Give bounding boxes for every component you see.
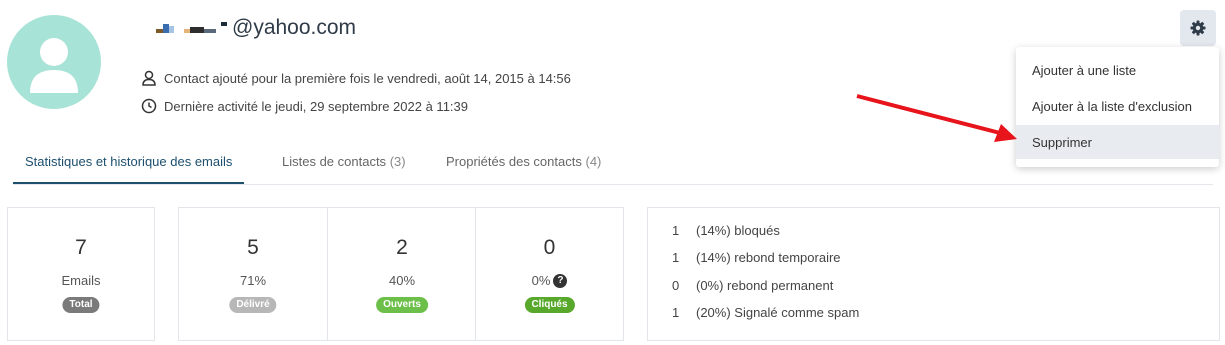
tab-count: (3) bbox=[389, 154, 406, 169]
detail-text: (14%) rebond temporaire bbox=[696, 250, 841, 265]
opened-percent: 40% bbox=[388, 273, 416, 288]
menu-item-add-to-list[interactable]: Ajouter à une liste bbox=[1016, 53, 1219, 87]
opened-badge: Ouverts bbox=[376, 297, 428, 313]
total-emails-value: 7 bbox=[75, 236, 87, 259]
delivered-value: 5 bbox=[247, 236, 259, 259]
question-circle-icon[interactable]: ? bbox=[553, 273, 568, 288]
menu-item-add-to-exclusion-list[interactable]: Ajouter à la liste d'exclusion bbox=[1016, 89, 1219, 123]
last-activity-info: Dernière activité le jeudi, 29 septembre… bbox=[140, 97, 468, 115]
contact-avatar bbox=[7, 15, 101, 109]
settings-button[interactable] bbox=[1180, 10, 1216, 46]
contact-added-info: Contact ajouté pour la première fois le … bbox=[140, 69, 571, 87]
detail-count: 0 bbox=[672, 278, 680, 293]
clock-icon bbox=[140, 97, 158, 115]
detail-row-spam: 1 (20%) Signalé comme spam bbox=[672, 305, 859, 320]
tab-contact-lists[interactable]: Listes de contacts (3) bbox=[282, 154, 406, 182]
detail-text: (20%) Signalé comme spam bbox=[696, 305, 860, 320]
detail-row-soft-bounce: 1 (14%) rebond temporaire bbox=[672, 250, 841, 265]
clicked-percent-row: 0% ? bbox=[476, 273, 623, 288]
contact-added-text: Contact ajouté pour la première fois le … bbox=[164, 70, 571, 86]
user-outline-icon bbox=[140, 69, 158, 87]
opened-value: 2 bbox=[396, 236, 408, 259]
clicked-stat: 0 0% ? Cliqués bbox=[476, 208, 623, 340]
total-badge: Total bbox=[62, 297, 100, 313]
user-silhouette-icon bbox=[30, 38, 78, 93]
masked-email-prefix bbox=[152, 20, 228, 36]
tab-label: Listes de contacts bbox=[282, 154, 387, 169]
detail-count: 1 bbox=[672, 250, 680, 265]
gear-icon bbox=[1190, 20, 1206, 36]
opened-stat: 2 40% Ouverts bbox=[328, 208, 476, 340]
tab-label: Statistiques et historique des emails bbox=[25, 154, 233, 169]
last-activity-text: Dernière activité le jeudi, 29 septembre… bbox=[164, 98, 469, 114]
delivered-stat: 5 71% Délivré bbox=[179, 208, 327, 340]
detail-row-hard-bounce: 0 (0%) rebond permanent bbox=[672, 278, 833, 293]
contact-tabs: Statistiques et historique des emails Li… bbox=[13, 146, 1213, 185]
delivered-percent: 71% bbox=[239, 273, 267, 288]
detail-text: (0%) rebond permanent bbox=[696, 278, 834, 293]
detail-text: (14%) bloqués bbox=[696, 223, 780, 238]
tab-count: (4) bbox=[585, 154, 602, 169]
clicked-value: 0 bbox=[543, 236, 556, 259]
clicked-badge: Cliqués bbox=[524, 297, 575, 313]
detail-count: 1 bbox=[672, 223, 680, 238]
bounce-details-card: 1 (14%) bloqués 1 (14%) rebond temporair… bbox=[647, 207, 1220, 341]
detail-count: 1 bbox=[672, 305, 680, 320]
delivery-stats-card: 5 71% Délivré 2 40% Ouverts 0 0% ? Cliqu… bbox=[178, 207, 624, 341]
total-emails-label: Emails bbox=[61, 273, 101, 288]
tab-label: Propriétés des contacts bbox=[446, 154, 582, 169]
delivered-badge: Délivré bbox=[229, 297, 277, 313]
email-domain: @yahoo.com bbox=[232, 16, 357, 39]
tab-email-stats[interactable]: Statistiques et historique des emails bbox=[13, 154, 245, 184]
detail-row-blocked: 1 (14%) bloqués bbox=[672, 223, 780, 238]
clicked-percent: 0% bbox=[531, 273, 551, 288]
tab-contact-properties[interactable]: Propriétés des contacts (4) bbox=[446, 154, 601, 182]
total-emails-card: 7 Emails Total bbox=[7, 207, 155, 341]
contact-email: @yahoo.com bbox=[152, 14, 356, 42]
